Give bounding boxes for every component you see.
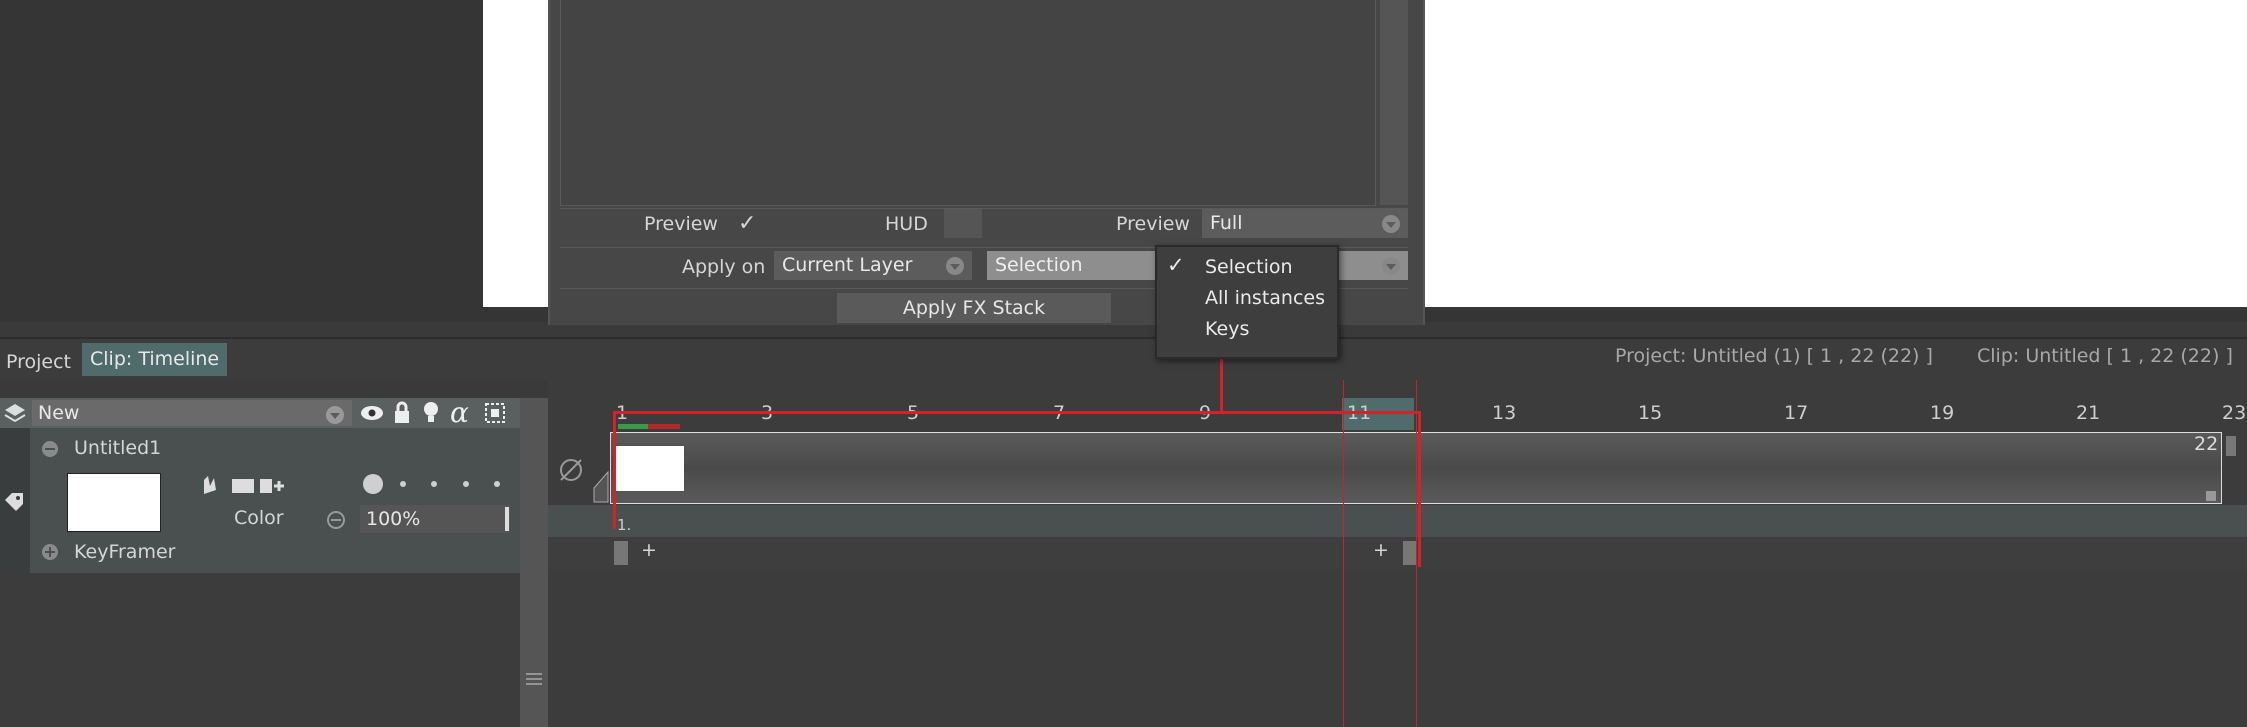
opacity-field[interactable]: 100% — [360, 505, 510, 533]
add-key-button[interactable]: + — [641, 539, 657, 561]
collapse-icon[interactable] — [40, 439, 60, 459]
alpha-icon[interactable]: α — [450, 396, 469, 429]
preview-checkbox[interactable]: ✓ — [738, 211, 756, 236]
track-resize-handle[interactable] — [2206, 491, 2216, 501]
annotation-box-top — [614, 411, 1421, 414]
annotation-box-left — [613, 411, 616, 529]
apply-on-label: Apply on — [682, 256, 766, 278]
end-marker-line[interactable] — [1416, 380, 1417, 727]
ruler-tick: 21 — [2076, 402, 2101, 424]
hud-label: HUD — [885, 213, 928, 235]
key-row[interactable] — [548, 505, 2247, 537]
brush-size-large[interactable] — [363, 474, 383, 494]
layer-thumbnail[interactable] — [67, 473, 161, 532]
menu-item-keys[interactable]: Keys — [1205, 318, 1249, 340]
opacity-slider-handle[interactable] — [505, 507, 509, 531]
new-layer-dropdown[interactable]: New — [32, 400, 352, 426]
brush-size-dot[interactable] — [431, 481, 437, 487]
fx-list-scrollbar[interactable] — [1380, 0, 1408, 205]
menu-item-all-instances[interactable]: All instances — [1205, 287, 1325, 309]
ruler-tick: 13 — [1492, 402, 1517, 424]
selection-icon[interactable] — [484, 402, 506, 424]
apply-fx-stack-button[interactable]: Apply FX Stack — [837, 293, 1111, 323]
tab-project[interactable]: Project — [6, 351, 71, 373]
layer-tools-icon[interactable] — [200, 472, 286, 498]
add-key-button-end[interactable]: + — [1373, 539, 1389, 561]
project-info: Project: Untitled (1) [ 1 , 22 (22) ] — [1615, 345, 1933, 367]
lock-icon[interactable] — [392, 401, 412, 425]
range-marker-green — [618, 424, 648, 429]
vertical-splitter[interactable] — [520, 398, 548, 727]
range-marker-red — [648, 424, 680, 429]
preview-mode-value: Full — [1210, 212, 1243, 234]
range-start-handle[interactable] — [614, 541, 628, 565]
menu-item-selection[interactable]: Selection — [1205, 256, 1293, 278]
scope-popup-menu: ✓ Selection All instances Keys — [1155, 245, 1339, 359]
hud-checkbox[interactable] — [944, 209, 982, 238]
annotation-connector — [1220, 351, 1223, 413]
track-thumbnail — [614, 446, 684, 491]
preview-mode-dropdown[interactable]: Full — [1202, 209, 1408, 238]
null-icon[interactable] — [556, 455, 586, 485]
ruler-tick: 23 — [2222, 402, 2247, 424]
key-label: 1. — [617, 516, 632, 534]
empty-layer-area — [0, 573, 520, 727]
color-label: Color — [234, 507, 284, 529]
layers-icon[interactable] — [3, 402, 27, 424]
ruler-tick: 17 — [1784, 402, 1809, 424]
track-end-handle[interactable] — [2226, 436, 2236, 456]
new-layer-label: New — [38, 402, 80, 424]
clip-info: Clip: Untitled [ 1 , 22 (22) ] — [1977, 345, 2233, 367]
chevron-down-icon — [946, 257, 964, 275]
playhead-line[interactable] — [1343, 380, 1344, 727]
ruler-tick: 19 — [1930, 402, 1955, 424]
ruler-tick: 15 — [1638, 402, 1663, 424]
brush-size-dot[interactable] — [494, 481, 500, 487]
minus-icon[interactable] — [326, 510, 346, 530]
keyframer-label[interactable]: KeyFramer — [74, 541, 175, 563]
preview-label: Preview — [644, 213, 718, 235]
check-icon: ✓ — [1167, 253, 1185, 277]
expand-icon[interactable] — [40, 542, 60, 562]
layer-name[interactable]: Untitled1 — [74, 437, 161, 459]
preview-mode-label: Preview — [1116, 213, 1190, 235]
annotation-box-right — [1418, 411, 1421, 567]
track-start-handle[interactable] — [592, 470, 610, 504]
range-end-handle[interactable] — [1403, 541, 1417, 565]
scope-value: Selection — [995, 254, 1083, 276]
eye-icon[interactable] — [360, 404, 384, 422]
chevron-down-icon — [326, 406, 344, 424]
chevron-down-icon — [1382, 215, 1400, 233]
apply-on-dropdown[interactable]: Current Layer — [774, 251, 972, 280]
chevron-down-icon — [1382, 257, 1400, 275]
brush-size-dot[interactable] — [463, 481, 469, 487]
apply-on-value: Current Layer — [782, 254, 913, 276]
fx-list[interactable] — [560, 0, 1376, 206]
tab-clip-timeline[interactable]: Clip: Timeline — [82, 343, 228, 376]
tag-icon[interactable] — [2, 490, 26, 514]
light-icon[interactable] — [422, 400, 440, 426]
end-frame-label: 22 — [2194, 433, 2219, 455]
key-range-row[interactable] — [548, 537, 2247, 569]
brush-size-dot[interactable] — [400, 481, 406, 487]
grip-icon — [526, 673, 542, 685]
